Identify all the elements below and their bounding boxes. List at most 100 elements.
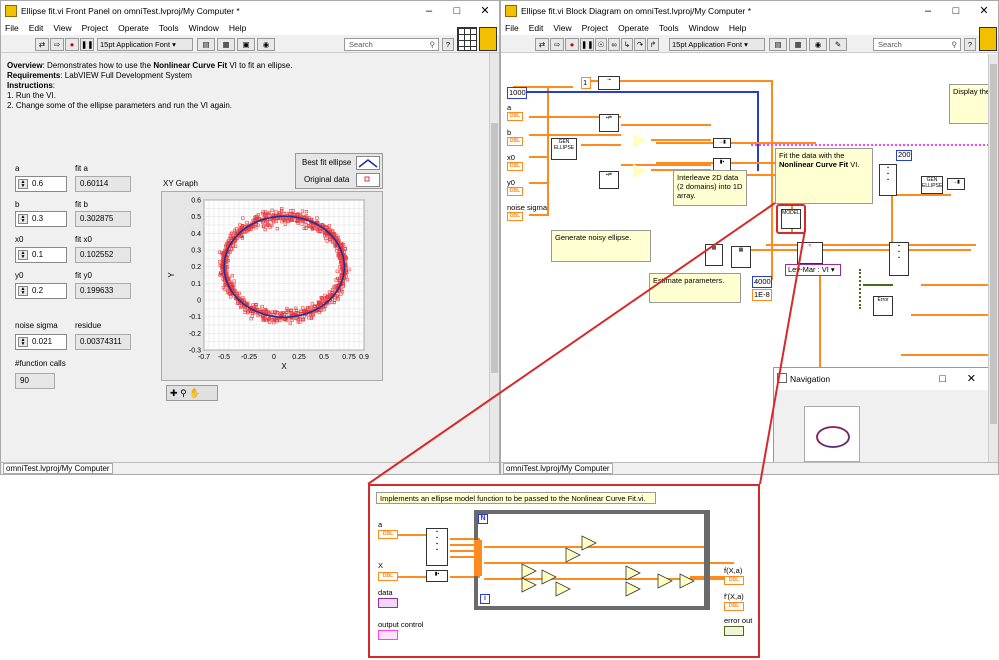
- front-panel-vscroll[interactable]: [489, 53, 499, 463]
- model-terminal-x[interactable]: DBL: [378, 572, 398, 581]
- estimate-subvi[interactable]: ▩: [705, 244, 723, 266]
- highlight-execution-icon[interactable]: ☉: [595, 38, 607, 51]
- constant-4000[interactable]: 4000: [752, 276, 772, 288]
- resize-objects-icon[interactable]: ▣: [237, 38, 255, 51]
- control-noise-sigma[interactable]: ▲ ▼ 0.021: [15, 334, 67, 350]
- step-out-icon[interactable]: ↱: [647, 38, 659, 51]
- model-terminal-a[interactable]: DBL: [378, 530, 398, 539]
- search-input[interactable]: Search ⚲: [873, 38, 961, 51]
- align-objects-icon[interactable]: ▤: [769, 38, 787, 51]
- distribute-objects-icon[interactable]: ▦: [217, 38, 235, 51]
- add-node-2[interactable]: [633, 164, 647, 178]
- reorder-icon[interactable]: ◉: [257, 38, 275, 51]
- font-selector[interactable]: 15pt Application Font ▾: [669, 38, 765, 51]
- menu-file[interactable]: File: [5, 21, 19, 35]
- maximize-button[interactable]: □: [942, 1, 970, 21]
- control-a[interactable]: ▲ ▼ 0.6: [15, 176, 67, 192]
- unbundle-array-node[interactable]: ▪ ▪ ▪: [889, 242, 909, 276]
- run-icon[interactable]: ⇨: [50, 38, 64, 51]
- run-continuous-icon[interactable]: ⇄: [535, 38, 549, 51]
- close-button[interactable]: ✕: [970, 1, 998, 21]
- menu-edit[interactable]: Edit: [529, 21, 544, 35]
- menu-tools[interactable]: Tools: [159, 21, 179, 35]
- block-diagram-vscroll[interactable]: [988, 54, 998, 462]
- unbundle-node-1[interactable]: ▪⇌: [599, 114, 619, 132]
- control-x0[interactable]: ▲ ▼ 0.1: [15, 247, 67, 263]
- terminal-b[interactable]: DBL: [507, 137, 523, 146]
- plot-legend[interactable]: Best fit ellipse Original data: [295, 153, 383, 189]
- model-terminal-f[interactable]: DBL: [724, 576, 744, 585]
- help-icon[interactable]: ?: [964, 38, 976, 51]
- abort-icon[interactable]: ●: [565, 38, 579, 51]
- model-terminal-fprime[interactable]: DBL: [724, 602, 744, 611]
- distribute-objects-icon[interactable]: ▦: [789, 38, 807, 51]
- menu-project[interactable]: Project: [582, 21, 608, 35]
- interleave-node-3[interactable]: →▮: [947, 178, 965, 190]
- run-icon[interactable]: ⇨: [550, 38, 564, 51]
- spinner-icon[interactable]: ▲ ▼: [18, 250, 28, 260]
- menu-edit[interactable]: Edit: [29, 21, 44, 35]
- control-y0[interactable]: ▲ ▼ 0.2: [15, 283, 67, 299]
- menu-help[interactable]: Help: [229, 21, 246, 35]
- spinner-icon[interactable]: ▲ ▼: [18, 286, 28, 296]
- search-icon[interactable]: ⚲: [952, 39, 958, 50]
- gen-ellipse-subvi[interactable]: GEN ELLIPSE: [551, 138, 577, 160]
- nav-close-button[interactable]: ✕: [967, 368, 976, 390]
- maximize-button[interactable]: □: [443, 1, 471, 21]
- model-index-array-node[interactable]: ▪ ▪ ▪ ▪: [426, 528, 448, 566]
- terminal-x0[interactable]: DBL: [507, 162, 523, 171]
- menu-operate[interactable]: Operate: [118, 21, 149, 35]
- help-icon[interactable]: ?: [442, 38, 454, 51]
- retain-wire-values-icon[interactable]: ∞: [608, 38, 620, 51]
- front-panel-titlebar[interactable]: Ellipse fit.vi Front Panel on omniTest.l…: [1, 1, 499, 21]
- search-input[interactable]: Search ⚲: [344, 38, 439, 51]
- navigation-thumbnail[interactable]: [804, 406, 860, 462]
- menu-help[interactable]: Help: [729, 21, 746, 35]
- interleave-node-1[interactable]: →▮: [713, 138, 731, 148]
- pause-icon[interactable]: ❚❚: [580, 38, 594, 51]
- nav-maximize-button[interactable]: □: [939, 368, 946, 390]
- index-array-node[interactable]: ▪ ▪ ▪: [879, 164, 897, 196]
- unbundle-node-2[interactable]: ▪⇌: [599, 171, 619, 189]
- array-node[interactable]: ▦: [731, 246, 751, 268]
- model-terminal-data[interactable]: [378, 598, 398, 608]
- terminal-noise-sigma[interactable]: DBL: [507, 212, 523, 221]
- menu-tools[interactable]: Tools: [659, 21, 679, 35]
- control-b[interactable]: ▲ ▼ 0.3: [15, 211, 67, 227]
- graph-palette[interactable]: ✚ ⚲ ✋: [166, 385, 218, 401]
- spinner-icon[interactable]: ▲ ▼: [18, 214, 28, 224]
- zoom-icon[interactable]: ⚲: [180, 388, 187, 398]
- model-vi-highlight[interactable]: MODEL: [776, 204, 806, 234]
- terminal-a[interactable]: DBL: [507, 112, 523, 121]
- xy-graph[interactable]: -0.7 -0.5 -0.25 0 0.25 0.5 0.75 0.9 0.6 0.5 0.4 0.3…: [162, 192, 384, 382]
- for-loop[interactable]: N i: [474, 510, 710, 610]
- reorder-icon[interactable]: ◉: [809, 38, 827, 51]
- font-selector[interactable]: 15pt Application Font ▾: [97, 38, 193, 51]
- build-array-node[interactable]: ▫▪: [598, 76, 620, 90]
- terminal-y0[interactable]: DBL: [507, 187, 523, 196]
- menu-view[interactable]: View: [553, 21, 571, 35]
- nonlinear-curve-fit-vi[interactable]: ≈: [797, 242, 823, 264]
- spinner-icon[interactable]: ▲ ▼: [18, 337, 28, 347]
- menu-operate[interactable]: Operate: [618, 21, 649, 35]
- add-node-1[interactable]: [633, 134, 647, 148]
- constant-1[interactable]: 1: [581, 77, 591, 89]
- model-terminal-output-control[interactable]: [378, 630, 398, 640]
- menu-view[interactable]: View: [53, 21, 71, 35]
- menu-project[interactable]: Project: [82, 21, 108, 35]
- model-terminal-error-out[interactable]: [724, 626, 744, 636]
- run-continuous-icon[interactable]: ⇄: [35, 38, 49, 51]
- constant-1000[interactable]: 1000: [507, 87, 527, 99]
- gen-ellipse-subvi-2[interactable]: GEN ELLIPSE: [921, 176, 943, 194]
- model-subvi[interactable]: MODEL: [781, 209, 801, 229]
- close-button[interactable]: ✕: [471, 1, 499, 21]
- crosshair-icon[interactable]: ✚: [170, 388, 178, 398]
- constant-200[interactable]: 200: [896, 150, 912, 161]
- navigation-titlebar[interactable]: Navigation □ ✕: [774, 368, 990, 390]
- block-diagram-titlebar[interactable]: Ellipse fit.vi Block Diagram on omniTest…: [501, 1, 998, 21]
- minimize-button[interactable]: –: [415, 1, 443, 21]
- step-into-icon[interactable]: ↳: [621, 38, 633, 51]
- cleanup-diagram-icon[interactable]: ✎: [829, 38, 847, 51]
- error-handler-node[interactable]: Error: [873, 296, 893, 316]
- minimize-button[interactable]: –: [914, 1, 942, 21]
